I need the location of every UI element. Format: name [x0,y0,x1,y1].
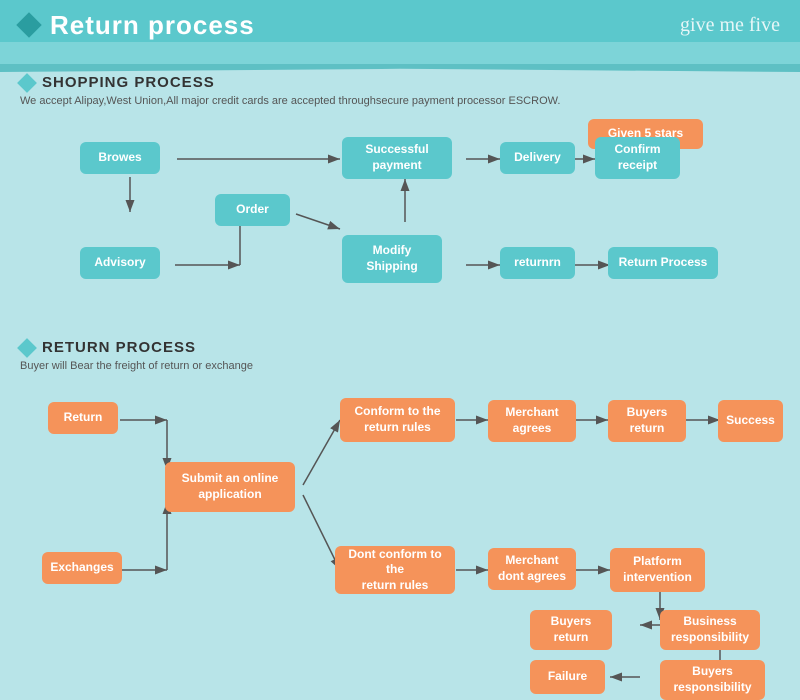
box-buyers-return-2: Buyersreturn [530,610,612,650]
return-diagram: Return Exchanges Submit an onlineapplica… [20,382,780,672]
return-diamond-icon [17,338,37,358]
header-ribbon [0,42,800,64]
main-content: SHOPPING PROCESS We accept Alipay,West U… [0,60,800,682]
header-logo: give me five [680,14,780,37]
return-subtitle: Buyer will Bear the freight of return or… [20,360,780,372]
shopping-section-header: SHOPPING PROCESS [20,74,780,91]
box-returnrn: returnrn [500,247,575,279]
box-failure: Failure [530,660,605,694]
shopping-subtitle: We accept Alipay,West Union,All major cr… [20,95,780,107]
return-section-header: RETURN PROCESS [20,339,780,356]
box-delivery: Delivery [500,142,575,174]
box-return: Return [48,402,118,434]
page-title: Return process [50,10,255,41]
box-buyers-return-1: Buyersreturn [608,400,686,442]
box-successful-payment: Successfulpayment [342,137,452,179]
box-platform-intervention: Platformintervention [610,548,705,592]
box-order: Order [215,194,290,226]
box-success: Success [718,400,783,442]
box-modify-shipping: ModifyShipping [342,235,442,283]
shopping-diamond-icon [17,73,37,93]
box-browes: Browes [80,142,160,174]
box-submit-online: Submit an onlineapplication [165,462,295,512]
box-confirm-receipt: Confirmreceipt [595,137,680,179]
shopping-diagram: Given 5 stars Browes Successfulpayment D… [20,117,780,337]
return-section-title: RETURN PROCESS [42,339,196,356]
box-exchanges: Exchanges [42,552,122,584]
box-merchant-agrees: Merchantagrees [488,400,576,442]
box-return-process: Return Process [608,247,718,279]
box-dont-conform: Dont conform to thereturn rules [335,546,455,594]
box-business-responsibility: Businessresponsibility [660,610,760,650]
box-advisory: Advisory [80,247,160,279]
box-buyers-responsibility: Buyersresponsibility [660,660,765,700]
shopping-section-title: SHOPPING PROCESS [42,74,215,91]
header-diamond-icon [16,12,41,37]
box-merchant-dont-agrees: Merchantdont agrees [488,548,576,590]
box-conform-return-rules: Conform to thereturn rules [340,398,455,442]
